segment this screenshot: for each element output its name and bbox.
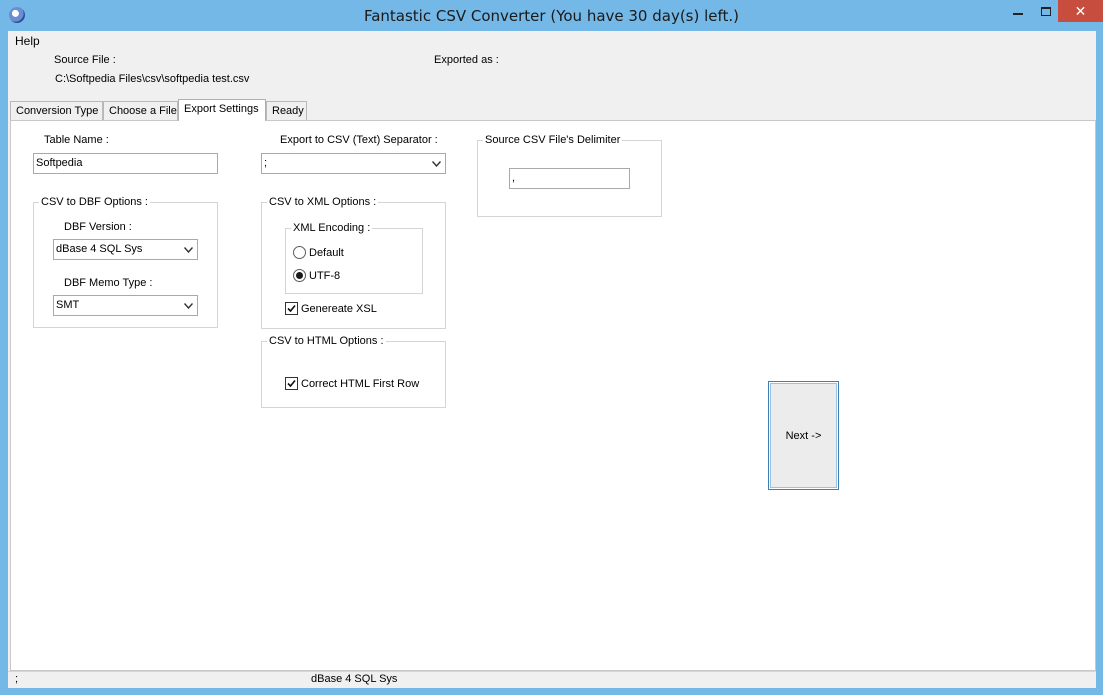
xml-options-title: CSV to XML Options : — [267, 196, 379, 208]
title-bar[interactable]: Fantastic CSV Converter (You have 30 day… — [0, 0, 1103, 31]
menu-bar: Help — [8, 31, 1096, 51]
table-name-label: Table Name : — [44, 134, 109, 146]
status-separator: ; — [15, 673, 19, 685]
xml-options-group: CSV to XML Options : XML Encoding : Defa… — [261, 196, 446, 329]
chevron-down-icon[interactable] — [181, 298, 195, 313]
client-area: Help Source File : C:\Softpedia Files\cs… — [8, 31, 1096, 688]
minimize-icon — [1012, 13, 1023, 15]
radio-default[interactable]: Default — [293, 246, 344, 259]
dbf-memo-select[interactable]: SMT — [53, 295, 198, 316]
dbf-memo-value: SMT — [56, 299, 80, 311]
generate-xsl-label: Genereate XSL — [301, 302, 377, 315]
source-file-path: C:\Softpedia Files\csv\softpedia test.cs… — [55, 73, 250, 85]
tab-choose-a-file[interactable]: Choose a File — [103, 101, 178, 120]
radio-default-label: Default — [309, 246, 344, 259]
window-title: Fantastic CSV Converter (You have 30 day… — [363, 7, 740, 25]
dbf-version-label: DBF Version : — [64, 221, 132, 233]
app-window: Fantastic CSV Converter (You have 30 day… — [0, 0, 1103, 695]
tab-export-settings[interactable]: Export Settings — [178, 99, 266, 121]
minimize-button[interactable] — [1004, 0, 1031, 22]
generate-xsl-checkbox[interactable]: Genereate XSL — [285, 302, 377, 315]
source-file-label: Source File : — [54, 54, 116, 66]
radio-unchecked-icon — [293, 246, 306, 259]
separator-label: Export to CSV (Text) Separator : — [280, 134, 438, 146]
radio-checked-icon — [293, 269, 306, 282]
close-icon: ✕ — [1074, 2, 1087, 19]
dbf-options-title: CSV to DBF Options : — [39, 196, 150, 208]
radio-utf8-label: UTF-8 — [309, 269, 341, 282]
menu-help[interactable]: Help — [15, 34, 40, 48]
radio-utf8[interactable]: UTF-8 — [293, 269, 340, 282]
dbf-version-select[interactable]: dBase 4 SQL Sys — [53, 239, 198, 260]
correct-html-label: Correct HTML First Row — [301, 377, 420, 390]
chevron-down-icon[interactable] — [181, 242, 195, 257]
status-dbf-version: dBase 4 SQL Sys — [311, 673, 398, 685]
dbf-memo-label: DBF Memo Type : — [64, 277, 153, 289]
delimiter-group: Source CSV File's Delimiter , — [477, 134, 662, 217]
close-button[interactable]: ✕ — [1058, 0, 1103, 22]
html-options-group: CSV to HTML Options : Correct HTML First… — [261, 335, 446, 408]
maximize-button[interactable] — [1032, 0, 1059, 22]
checkmark-icon — [285, 377, 298, 390]
table-name-input[interactable]: Softpedia — [33, 153, 218, 174]
xml-encoding-group: XML Encoding : Default UTF-8 — [285, 222, 423, 294]
checkmark-icon — [285, 302, 298, 315]
correct-html-checkbox[interactable]: Correct HTML First Row — [285, 377, 419, 390]
separator-select[interactable]: ; — [261, 153, 446, 174]
separator-value: ; — [264, 157, 268, 169]
chevron-down-icon[interactable] — [429, 156, 443, 171]
dbf-version-value: dBase 4 SQL Sys — [56, 243, 143, 255]
maximize-icon — [1040, 6, 1051, 16]
exported-as-label: Exported as : — [434, 54, 499, 66]
next-button[interactable]: Next -> — [768, 381, 839, 490]
tab-ready[interactable]: Ready — [266, 101, 307, 120]
delimiter-title: Source CSV File's Delimiter — [483, 134, 623, 146]
status-bar: ; dBase 4 SQL Sys — [8, 671, 1096, 688]
html-options-title: CSV to HTML Options : — [267, 335, 386, 347]
delimiter-input[interactable]: , — [509, 168, 630, 189]
dbf-options-group: CSV to DBF Options : DBF Version : dBase… — [33, 196, 218, 328]
tab-conversion-type[interactable]: Conversion Type — [10, 101, 103, 120]
export-settings-panel: Table Name : Softpedia CSV to DBF Option… — [10, 120, 1096, 671]
xml-encoding-title: XML Encoding : — [291, 222, 373, 234]
